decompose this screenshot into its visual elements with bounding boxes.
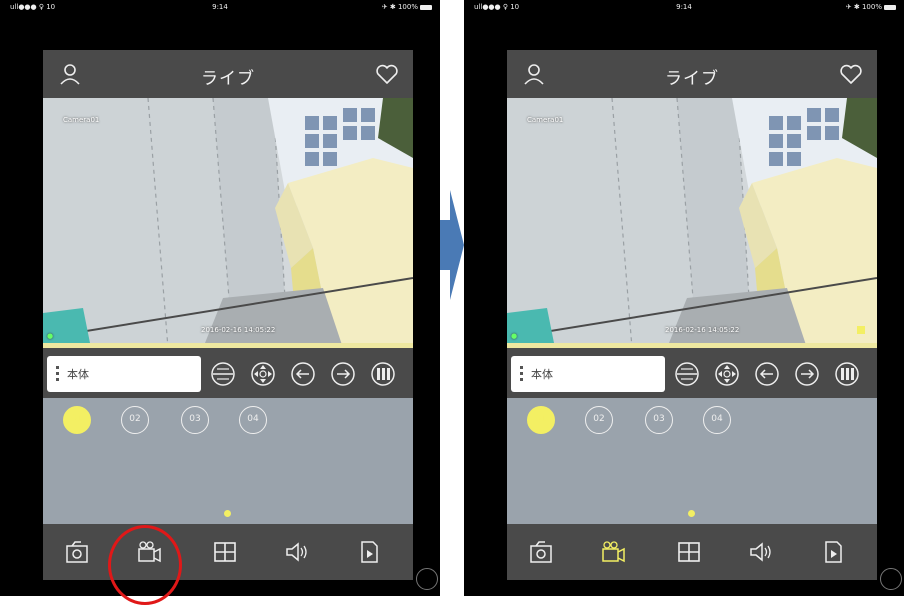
ptz-dpad-icon[interactable] [249, 360, 277, 388]
camera-select-dropdown[interactable]: 本体 [511, 356, 665, 392]
arrow-right-circle-icon[interactable] [329, 360, 357, 388]
scroll-indicator-icon [416, 568, 438, 590]
channel-selector: 01 02 03 04 [507, 398, 877, 524]
ptz-dpad-icon[interactable] [713, 360, 741, 388]
channel-button-2[interactable]: 02 [585, 406, 613, 434]
header-bar: ライブ [507, 50, 877, 98]
live-video-feed[interactable]: Camera01 2016-02-16 14:05:22 ● [43, 98, 413, 348]
camera-name-overlay: Camera01 [63, 116, 100, 124]
menu-dots-icon [56, 366, 59, 382]
camera-image [507, 98, 877, 348]
screen-after: ull●●● ♀ 10 9:14 ✈ ✱ 100% ライブ Camera01 2… [464, 0, 904, 596]
playback-icon[interactable] [819, 538, 847, 566]
page-indicator-dot [688, 510, 695, 517]
live-video-feed[interactable]: Camera01 2016-02-16 14:05:22 ● [507, 98, 877, 348]
signal-indicator: ● [511, 332, 518, 340]
channel-button-3[interactable]: 03 [181, 406, 209, 434]
bottom-toolbar [43, 524, 413, 580]
channel-button-4[interactable]: 04 [703, 406, 731, 434]
grid-layout-icon[interactable] [675, 538, 703, 566]
camera-select-label: 本体 [531, 368, 553, 381]
camera-name-overlay: Camera01 [527, 116, 564, 124]
ptz-control-bar: 本体 [507, 348, 877, 398]
snapshot-icon[interactable] [63, 538, 91, 566]
arrow-left-circle-icon[interactable] [753, 360, 781, 388]
snapshot-icon[interactable] [527, 538, 555, 566]
timestamp-overlay: 2016-02-16 14:05:22 [201, 326, 276, 334]
header-bar: ライブ [43, 50, 413, 98]
status-battery: ✈ ✱ 100% [382, 3, 432, 11]
live-view-app: ライブ Camera01 2016-02-16 14:05:22 ● 本体 01… [507, 50, 877, 580]
arrow-left-circle-icon[interactable] [289, 360, 317, 388]
channel-button-1[interactable]: 01 [63, 406, 91, 434]
playback-icon[interactable] [355, 538, 383, 566]
speaker-icon[interactable] [283, 538, 311, 566]
page-title: ライブ [665, 69, 719, 89]
recording-indicator-icon [857, 326, 865, 334]
ptz-control-bar: 本体 [43, 348, 413, 398]
grid-layout-icon[interactable] [211, 538, 239, 566]
camera-select-label: 本体 [67, 368, 89, 381]
heart-icon[interactable] [839, 62, 863, 86]
patrol-icon[interactable] [833, 360, 861, 388]
bottom-toolbar [507, 524, 877, 580]
status-time: 9:14 [212, 3, 228, 11]
live-view-app: ライブ Camera01 2016-02-16 14:05:22 ● 本体 01… [43, 50, 413, 580]
camera-select-dropdown[interactable]: 本体 [47, 356, 201, 392]
arrow-right-circle-icon[interactable] [793, 360, 821, 388]
patrol-icon[interactable] [369, 360, 397, 388]
screen-before: ull●●● ♀ 10 9:14 ✈ ✱ 100% ライブ Camera01 2… [0, 0, 440, 596]
status-bar: ull●●● ♀ 10 9:14 ✈ ✱ 100% [464, 0, 904, 16]
heart-icon[interactable] [375, 62, 399, 86]
page-indicator-dot [224, 510, 231, 517]
camera-image [43, 98, 413, 348]
ptz-horizontal-icon[interactable] [209, 360, 237, 388]
ptz-horizontal-icon[interactable] [673, 360, 701, 388]
channel-button-2[interactable]: 02 [121, 406, 149, 434]
video-record-icon-active[interactable] [599, 538, 627, 566]
channel-button-4[interactable]: 04 [239, 406, 267, 434]
channel-button-3[interactable]: 03 [645, 406, 673, 434]
speaker-icon[interactable] [747, 538, 775, 566]
timestamp-overlay: 2016-02-16 14:05:22 [665, 326, 740, 334]
signal-indicator: ● [47, 332, 54, 340]
battery-icon [884, 4, 896, 10]
menu-dots-icon [520, 366, 523, 382]
channel-button-1[interactable]: 01 [527, 406, 555, 434]
channel-selector: 01 02 03 04 [43, 398, 413, 524]
highlight-circle [108, 525, 182, 605]
scroll-indicator-icon [880, 568, 902, 590]
status-bar: ull●●● ♀ 10 9:14 ✈ ✱ 100% [0, 0, 440, 16]
transition-arrow-icon [440, 190, 464, 300]
status-time: 9:14 [676, 3, 692, 11]
status-battery: ✈ ✱ 100% [846, 3, 896, 11]
page-title: ライブ [201, 69, 255, 89]
battery-icon [420, 4, 432, 10]
